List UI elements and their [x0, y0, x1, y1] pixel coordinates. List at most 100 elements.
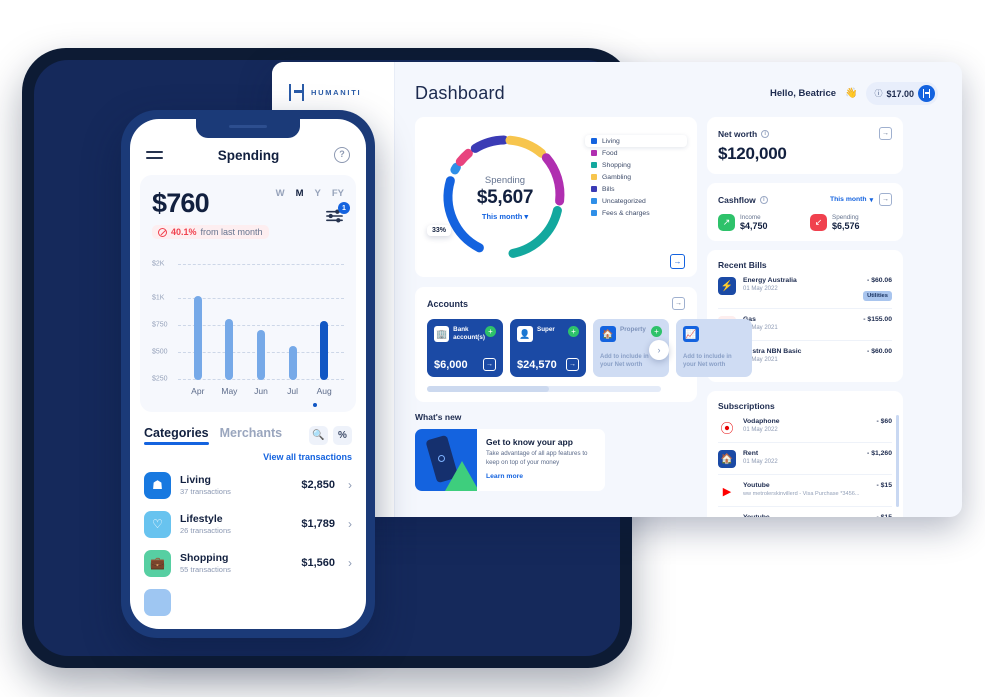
cashflow-income: ↗ Income $4,750	[718, 214, 800, 231]
delta-percent: 40.1%	[171, 227, 197, 237]
subscription-amount: - $1,260	[867, 450, 892, 457]
bar-may[interactable]	[225, 318, 234, 380]
wave-emoji-icon: 👋	[845, 88, 858, 99]
cashflow-card: Cashflow i This month ▾ → ↗ Income $4,75…	[707, 183, 903, 241]
bill-row[interactable]: ⚡ Energy Australia 01 May 2022 - $60.06 …	[718, 270, 892, 308]
range-option-y[interactable]: Y	[315, 188, 321, 199]
page-title: Dashboard	[415, 83, 505, 103]
legend-item[interactable]: Gambling	[585, 171, 687, 183]
account-tile-name: Super	[537, 326, 555, 333]
subscription-row[interactable]: ⦿ Vodaphone 01 May 2022 - $60	[718, 411, 892, 442]
greeting-text: Hello, Beatrice	[770, 88, 837, 99]
screenshot-root: HUMANITI Dashboard Hello, Beatrice 👋 ⓘ $…	[0, 0, 985, 697]
category-row[interactable]: 💼 Shopping 55 transactions $1,560 ›	[130, 544, 366, 583]
tab-categories[interactable]: Categories	[144, 426, 209, 445]
range-option-m[interactable]: M	[296, 188, 304, 199]
legend-item[interactable]: Living	[585, 135, 687, 147]
bar-series	[182, 256, 340, 380]
subscription-name: Vodaphone	[743, 418, 780, 425]
chevron-right-icon: ›	[348, 517, 352, 531]
legend-item[interactable]: Shopping	[585, 159, 687, 171]
bar-jun[interactable]	[256, 329, 265, 380]
humaniti-logo-icon	[289, 84, 304, 101]
humaniti-avatar-icon[interactable]	[918, 85, 935, 102]
scrollbar-thumb[interactable]	[427, 386, 549, 392]
y-axis-tick: $250	[152, 375, 168, 382]
donut-period-selector[interactable]: This month ▾	[425, 212, 585, 221]
accounts-scrollbar[interactable]	[427, 386, 661, 392]
category-name: Lifestyle	[180, 513, 223, 525]
subscriptions-scrollbar[interactable]	[895, 415, 899, 507]
bar-column[interactable]	[214, 318, 244, 380]
menu-icon[interactable]	[146, 150, 163, 160]
info-icon[interactable]: i	[759, 195, 768, 204]
subscription-row[interactable]: ▶ Youtube ww metrolerskinvillerd - Visa …	[718, 506, 892, 517]
category-row[interactable]: ☗ Living 37 transactions $2,850 ›	[130, 466, 366, 505]
donut-chart: Spending $5,607 This month ▾ 33%	[425, 129, 585, 269]
filter-button[interactable]: 1	[325, 202, 350, 224]
phone-device-frame: Spending ? $760 40.1% from last month W …	[121, 110, 375, 638]
youtube-icon: ▶	[718, 514, 736, 517]
bar-column[interactable]	[278, 345, 308, 380]
account-tile-investments[interactable]: 📈 Add to include in your Net worth	[676, 319, 752, 377]
y-axis-tick: $750	[152, 321, 168, 328]
whats-new-card[interactable]: Get to know your app Take advantage of a…	[415, 429, 605, 491]
whats-new-body: Get to know your app Take advantage of a…	[477, 429, 605, 491]
cashflow-details-button[interactable]: →	[879, 193, 892, 206]
bill-amount: - $60.00	[867, 348, 892, 355]
info-icon[interactable]: i	[761, 129, 770, 138]
bar-aug[interactable]	[320, 320, 329, 380]
range-option-w[interactable]: W	[276, 188, 285, 199]
spending-summary-card: $760 40.1% from last month W M Y FY 1 $2…	[140, 175, 356, 412]
spending-arrow-icon: ↙	[810, 214, 827, 231]
bar-column[interactable]	[246, 329, 276, 380]
add-account-icon[interactable]: +	[651, 326, 662, 337]
range-option-fy[interactable]: FY	[332, 188, 344, 199]
dashboard-left-column: Spending $5,607 This month ▾ 33% Living …	[415, 117, 752, 517]
net-worth-amount: $120,000	[718, 144, 787, 163]
search-icon[interactable]: 🔍	[309, 425, 328, 445]
account-tile-open-button[interactable]: →	[566, 358, 579, 371]
spending-delta: 40.1% from last month	[152, 225, 269, 239]
range-selector[interactable]: W M Y FY	[276, 188, 344, 199]
category-row[interactable]: ♡ Lifestyle 26 transactions $1,789 ›	[130, 505, 366, 544]
bar-column[interactable]	[309, 320, 339, 380]
vodafone-icon: ⦿	[718, 418, 736, 436]
add-account-icon[interactable]: +	[485, 326, 496, 337]
x-axis-tick: Jun	[254, 385, 268, 396]
bill-date: 01 May 2022	[743, 286, 778, 292]
legend-item[interactable]: Uncategorized	[585, 195, 687, 207]
add-account-icon[interactable]: +	[568, 326, 579, 337]
account-tile-bank[interactable]: 🏢 Bank account(s) + $6,000 →	[427, 319, 503, 377]
carousel-next-button[interactable]: ›	[649, 340, 669, 360]
tab-merchants[interactable]: Merchants	[220, 426, 283, 445]
account-tile-super[interactable]: 👤 Super + $24,570 →	[510, 319, 586, 377]
coin-balance-pill[interactable]: ⓘ $17.00	[866, 82, 938, 105]
account-tile-open-button[interactable]: →	[483, 358, 496, 371]
accounts-carousel[interactable]: 🏢 Bank account(s) + $6,000 → 👤 Super + $…	[427, 319, 752, 377]
bar-jul[interactable]	[288, 345, 297, 380]
account-tile-amount: $6,000	[434, 358, 468, 371]
help-circle-icon[interactable]: ?	[334, 147, 350, 163]
bar-column[interactable]	[183, 295, 213, 380]
category-row-partial[interactable]	[130, 583, 366, 622]
subscriptions-card: Subscriptions ⦿ Vodaphone 01 May 2022 - …	[707, 391, 903, 517]
category-transactions: 37 transactions	[180, 487, 231, 496]
view-all-transactions-link[interactable]: View all transactions	[130, 445, 366, 466]
net-worth-details-button[interactable]: →	[879, 127, 892, 140]
donut-details-button[interactable]: →	[670, 254, 685, 269]
bar-apr[interactable]	[193, 295, 202, 380]
percent-toggle-button[interactable]: %	[333, 425, 352, 445]
legend-item[interactable]: Food	[585, 147, 687, 159]
legend-item[interactable]: Fees & charges	[585, 207, 687, 219]
chevron-down-icon: ▾	[869, 196, 873, 204]
cashflow-period-selector[interactable]: This month ▾	[830, 196, 873, 204]
legend-item[interactable]: Bills	[585, 183, 687, 195]
accounts-details-button[interactable]: →	[672, 297, 685, 310]
legend-swatch-icon	[591, 186, 597, 192]
legend-swatch-icon	[591, 162, 597, 168]
subscription-row[interactable]: ▶ Youtube ww metrolerskinvillerd - Visa …	[718, 474, 892, 506]
subscription-row[interactable]: 🏠 Rent 01 May 2022 - $1,260	[718, 442, 892, 474]
y-axis-tick: $1K	[152, 294, 165, 301]
learn-more-link[interactable]: Learn more	[486, 473, 597, 480]
